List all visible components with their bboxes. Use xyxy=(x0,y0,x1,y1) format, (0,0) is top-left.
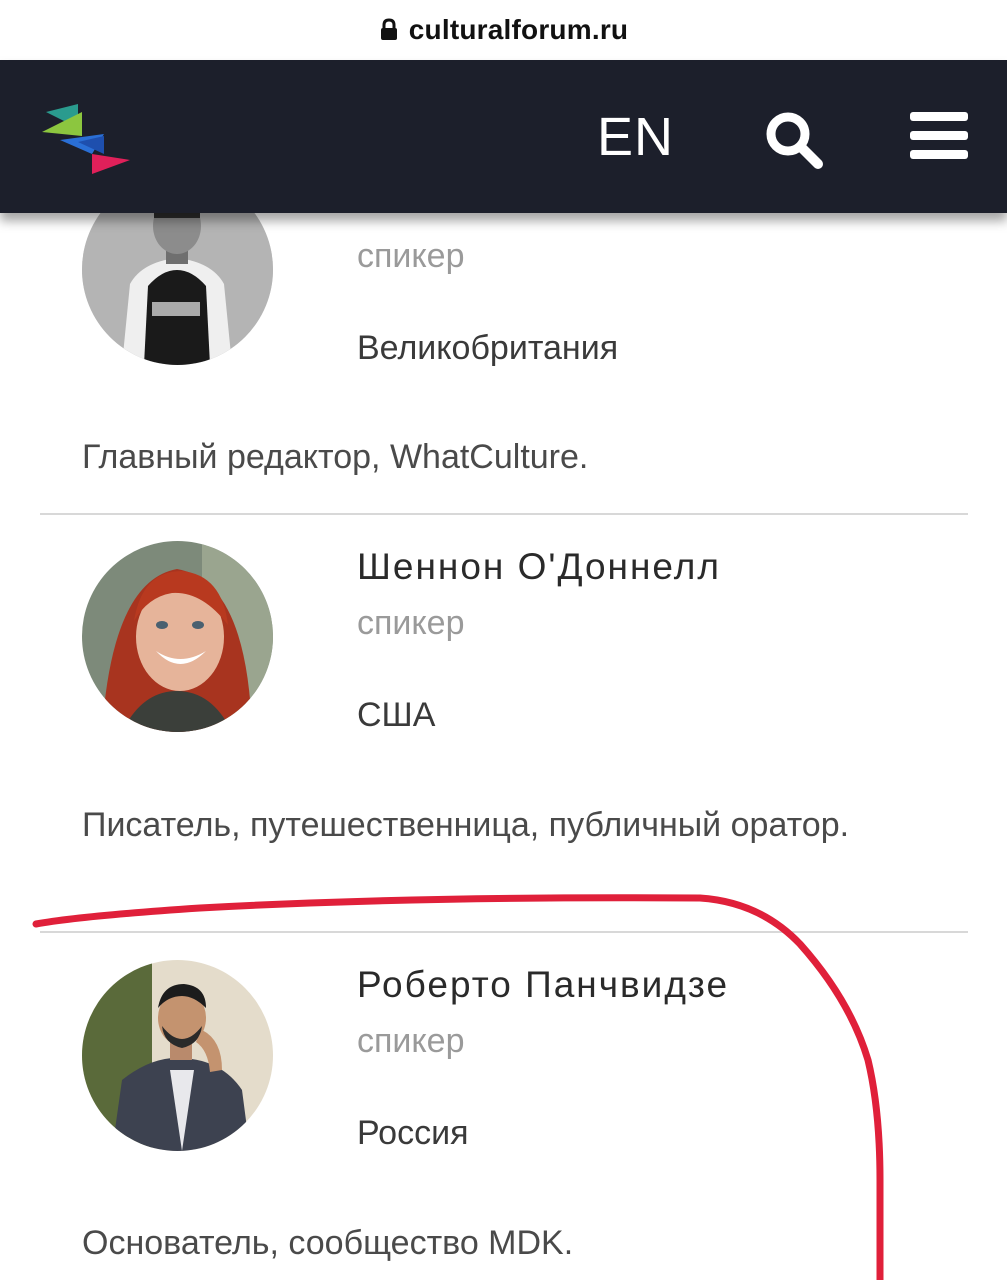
speaker-role: спикер xyxy=(357,237,465,275)
site-header: EN xyxy=(0,60,1007,213)
speaker-avatar[interactable] xyxy=(82,960,273,1151)
lock-icon xyxy=(380,18,397,40)
speaker-description: Писатель, путешественница, публичный ора… xyxy=(82,806,850,844)
menu-icon[interactable] xyxy=(910,112,968,164)
browser-url-bar[interactable]: culturalforum.ru xyxy=(0,0,1007,60)
divider xyxy=(40,931,968,933)
divider xyxy=(40,513,968,515)
speaker-country: Россия xyxy=(357,1114,469,1152)
speaker-country: США xyxy=(357,696,436,734)
speaker-description: Основатель, сообщество MDK. xyxy=(82,1224,574,1262)
page: спикер Великобритания Главный редактор, … xyxy=(0,0,1007,1280)
speaker-country: Великобритания xyxy=(357,329,619,367)
speaker-name[interactable]: Шеннон О'Доннелл xyxy=(357,546,721,588)
speaker-avatar[interactable] xyxy=(82,541,273,732)
language-switch[interactable]: EN xyxy=(597,106,674,168)
site-logo[interactable] xyxy=(42,102,130,174)
speaker-description: Главный редактор, WhatCulture. xyxy=(82,438,589,476)
speaker-name[interactable]: Роберто Панчвидзе xyxy=(357,964,729,1006)
url-text[interactable]: culturalforum.ru xyxy=(409,14,628,46)
speaker-role: спикер xyxy=(357,1022,465,1060)
search-icon[interactable] xyxy=(762,108,824,170)
speaker-role: спикер xyxy=(357,604,465,642)
